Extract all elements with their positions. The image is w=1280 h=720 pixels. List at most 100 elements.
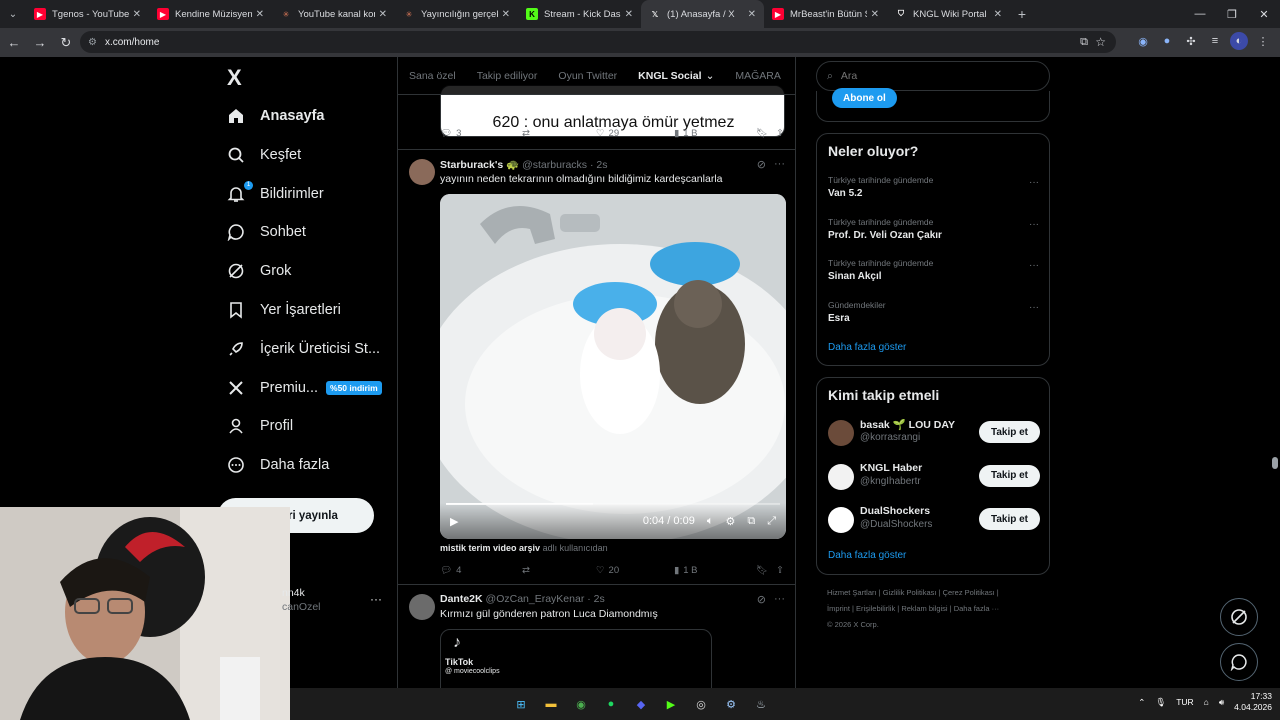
follow-suggestion[interactable]: basak 🌱 LOU DAY @korrasrangi Takip et [828, 418, 1040, 452]
nav-item-x[interactable]: Premiu... %50 indirim [226, 369, 382, 407]
nav-item-bookmark[interactable]: Yer İşaretleri [226, 291, 341, 329]
extension-icon[interactable]: ◉ [1134, 32, 1152, 50]
chrome-menu-icon[interactable]: ⋮ [1254, 32, 1272, 50]
views-button[interactable]: ▮ 1 B [674, 565, 756, 576]
extension-icon[interactable]: ● [1158, 32, 1176, 50]
browser-tab[interactable]: 𝕏 (1) Anasayfa / X ✕ [641, 0, 764, 28]
reply-button[interactable]: 💬︎ 4 [440, 565, 522, 576]
nav-item-person[interactable]: Profil [226, 407, 293, 445]
avatar[interactable] [409, 594, 435, 620]
settings-icon[interactable]: ⚙ [725, 515, 735, 528]
browser-tab[interactable]: ⛉ KNGL Wiki Portal ✕ [887, 0, 1010, 28]
tab-close-icon[interactable]: ✕ [748, 9, 756, 20]
media-icon[interactable]: ≡ [1206, 32, 1224, 50]
follow-button[interactable]: Takip et [978, 464, 1040, 487]
avatar[interactable] [828, 507, 854, 533]
nav-item-more-circle[interactable]: Daha fazla [226, 446, 329, 484]
reload-icon[interactable]: ↻ [54, 31, 78, 55]
more-icon[interactable]: ··· [774, 158, 785, 171]
footer-line[interactable]: Hizmet Şartları | Gizlilik Politikası | … [827, 585, 1047, 601]
post[interactable]: Starburack's 🐢 @starburacks · 2s ⊘ ··· y… [398, 149, 795, 584]
reply-button[interactable]: 💬︎ 3 [440, 128, 522, 139]
tiktok-embed[interactable]: ♪ TikTok @ moviecoolclips [440, 629, 712, 688]
volume-icon[interactable]: 🔊︎ [1219, 697, 1224, 708]
video-source[interactable]: mistik terim video arşiv adlı kullanıcıd… [440, 543, 608, 553]
avatar[interactable] [828, 420, 854, 446]
settings-icon[interactable]: ⚙ [720, 693, 742, 715]
nav-item-rocket[interactable]: İçerik Üreticisi St... [226, 330, 380, 368]
footer-links[interactable]: Hizmet Şartları | Gizlilik Politikası | … [827, 585, 1047, 633]
post[interactable]: Dante2K @OzCan_ErayKenar · 2s ⊘ ··· Kırm… [398, 584, 795, 688]
forward-icon[interactable]: → [28, 31, 52, 55]
puzzle-icon[interactable]: ✣ [1182, 32, 1200, 50]
grok-fab-button[interactable] [1220, 598, 1258, 636]
account-handle[interactable]: canOzel [282, 601, 321, 613]
more-icon[interactable]: ··· [774, 593, 785, 606]
grok-icon[interactable]: ⊘ [757, 158, 766, 171]
more-icon[interactable]: ··· [1029, 260, 1039, 271]
feed-tab[interactable]: Sana özel [409, 70, 456, 82]
bookmark-icon[interactable]: 🔖︎ [756, 128, 776, 139]
browser-tab[interactable]: ✳ YouTube kanal konum ✕ [272, 0, 395, 28]
author-handle[interactable]: @OzCan_ErayKenar [486, 593, 585, 605]
obs-icon[interactable]: ◎ [690, 693, 712, 715]
language-indicator[interactable]: TUR [1176, 697, 1193, 707]
search-box[interactable]: ⌕ [816, 61, 1050, 91]
messages-fab-button[interactable] [1220, 643, 1258, 681]
tab-close-icon[interactable]: ✕ [256, 9, 264, 20]
bookmark-icon[interactable]: 🔖︎ [756, 565, 776, 576]
avatar[interactable] [409, 159, 435, 185]
nav-item-bell[interactable]: 1 Bildirimler [226, 175, 324, 213]
fullscreen-icon[interactable]: ⤢ [767, 515, 776, 528]
like-button[interactable]: ♡ 29 [596, 128, 674, 139]
feed-tab[interactable]: KNGL Social [638, 70, 701, 82]
subscribe-button[interactable]: Abone ol [832, 88, 897, 108]
trend-name[interactable]: Van 5.2 [828, 188, 862, 199]
tab-close-icon[interactable]: ✕ [502, 9, 510, 20]
repost-button[interactable]: ⇄ [522, 128, 596, 139]
follow-button[interactable]: Takip et [978, 508, 1040, 530]
more-icon[interactable]: ··· [1029, 177, 1039, 188]
follow-show-more[interactable]: Daha fazla göster [828, 550, 906, 561]
post-time[interactable]: · 2s [590, 159, 608, 171]
account-name[interactable]: nn4k [282, 587, 305, 599]
tab-close-icon[interactable]: ✕ [379, 9, 387, 20]
maximize-icon[interactable]: ❐ [1216, 0, 1248, 28]
kick-icon[interactable]: ▶ [660, 693, 682, 715]
discord-icon[interactable]: ◆ [630, 693, 652, 715]
tab-close-icon[interactable]: ✕ [133, 9, 141, 20]
browser-tab[interactable]: ✳ Yayıncılığın gerçek h ✕ [395, 0, 518, 28]
close-window-icon[interactable]: ✕ [1248, 0, 1280, 28]
tab-close-icon[interactable]: ✕ [994, 9, 1002, 20]
nav-item-home[interactable]: Anasayfa [226, 97, 324, 135]
pip-icon[interactable]: ⧉ [747, 515, 755, 528]
follow-button[interactable]: Takip et [978, 421, 1040, 443]
new-tab-button[interactable]: + [1010, 6, 1034, 22]
volume-icon[interactable]: 🔈︎ [707, 515, 714, 528]
tray-chevron-icon[interactable]: ⌃ [1138, 697, 1145, 708]
nav-item-chat[interactable]: Sohbet [226, 213, 306, 251]
tab-close-icon[interactable]: ✕ [871, 9, 879, 20]
steam-icon[interactable]: ♨ [750, 693, 772, 715]
chrome-icon[interactable]: ◉ [570, 693, 592, 715]
tab-close-icon[interactable]: ✕ [625, 9, 633, 20]
install-app-icon[interactable]: ⧉ [1080, 36, 1088, 49]
share-icon[interactable]: ⇪ [776, 565, 784, 576]
repost-button[interactable]: ⇄ [522, 565, 596, 576]
trend-name[interactable]: Prof. Dr. Veli Ozan Çakır [828, 230, 942, 241]
browser-tab[interactable]: ▶ Kendine Müzisyen - YouTube ✕ [149, 0, 272, 28]
author-name[interactable]: Dante2K [440, 593, 483, 605]
follow-suggestion[interactable]: KNGL Haber @kngIhabertr Takip et [828, 462, 1040, 496]
author-handle[interactable]: @starburacks [522, 159, 587, 171]
grok-icon[interactable]: ⊘ [757, 593, 766, 606]
account-more-icon[interactable]: ··· [370, 592, 382, 606]
clock[interactable]: 17:33 4.04.2026 [1234, 691, 1272, 713]
play-icon[interactable]: ▶ [450, 515, 458, 528]
post-time[interactable]: · 2s [587, 593, 605, 605]
feed-tab[interactable]: Oyun Twitter [558, 70, 617, 82]
minimize-icon[interactable]: — [1184, 0, 1216, 28]
more-icon[interactable]: ··· [1029, 219, 1039, 230]
avatar[interactable] [828, 463, 854, 490]
nav-item-search[interactable]: Keşfet [226, 136, 301, 174]
trends-show-more[interactable]: Daha fazla göster [828, 342, 906, 353]
